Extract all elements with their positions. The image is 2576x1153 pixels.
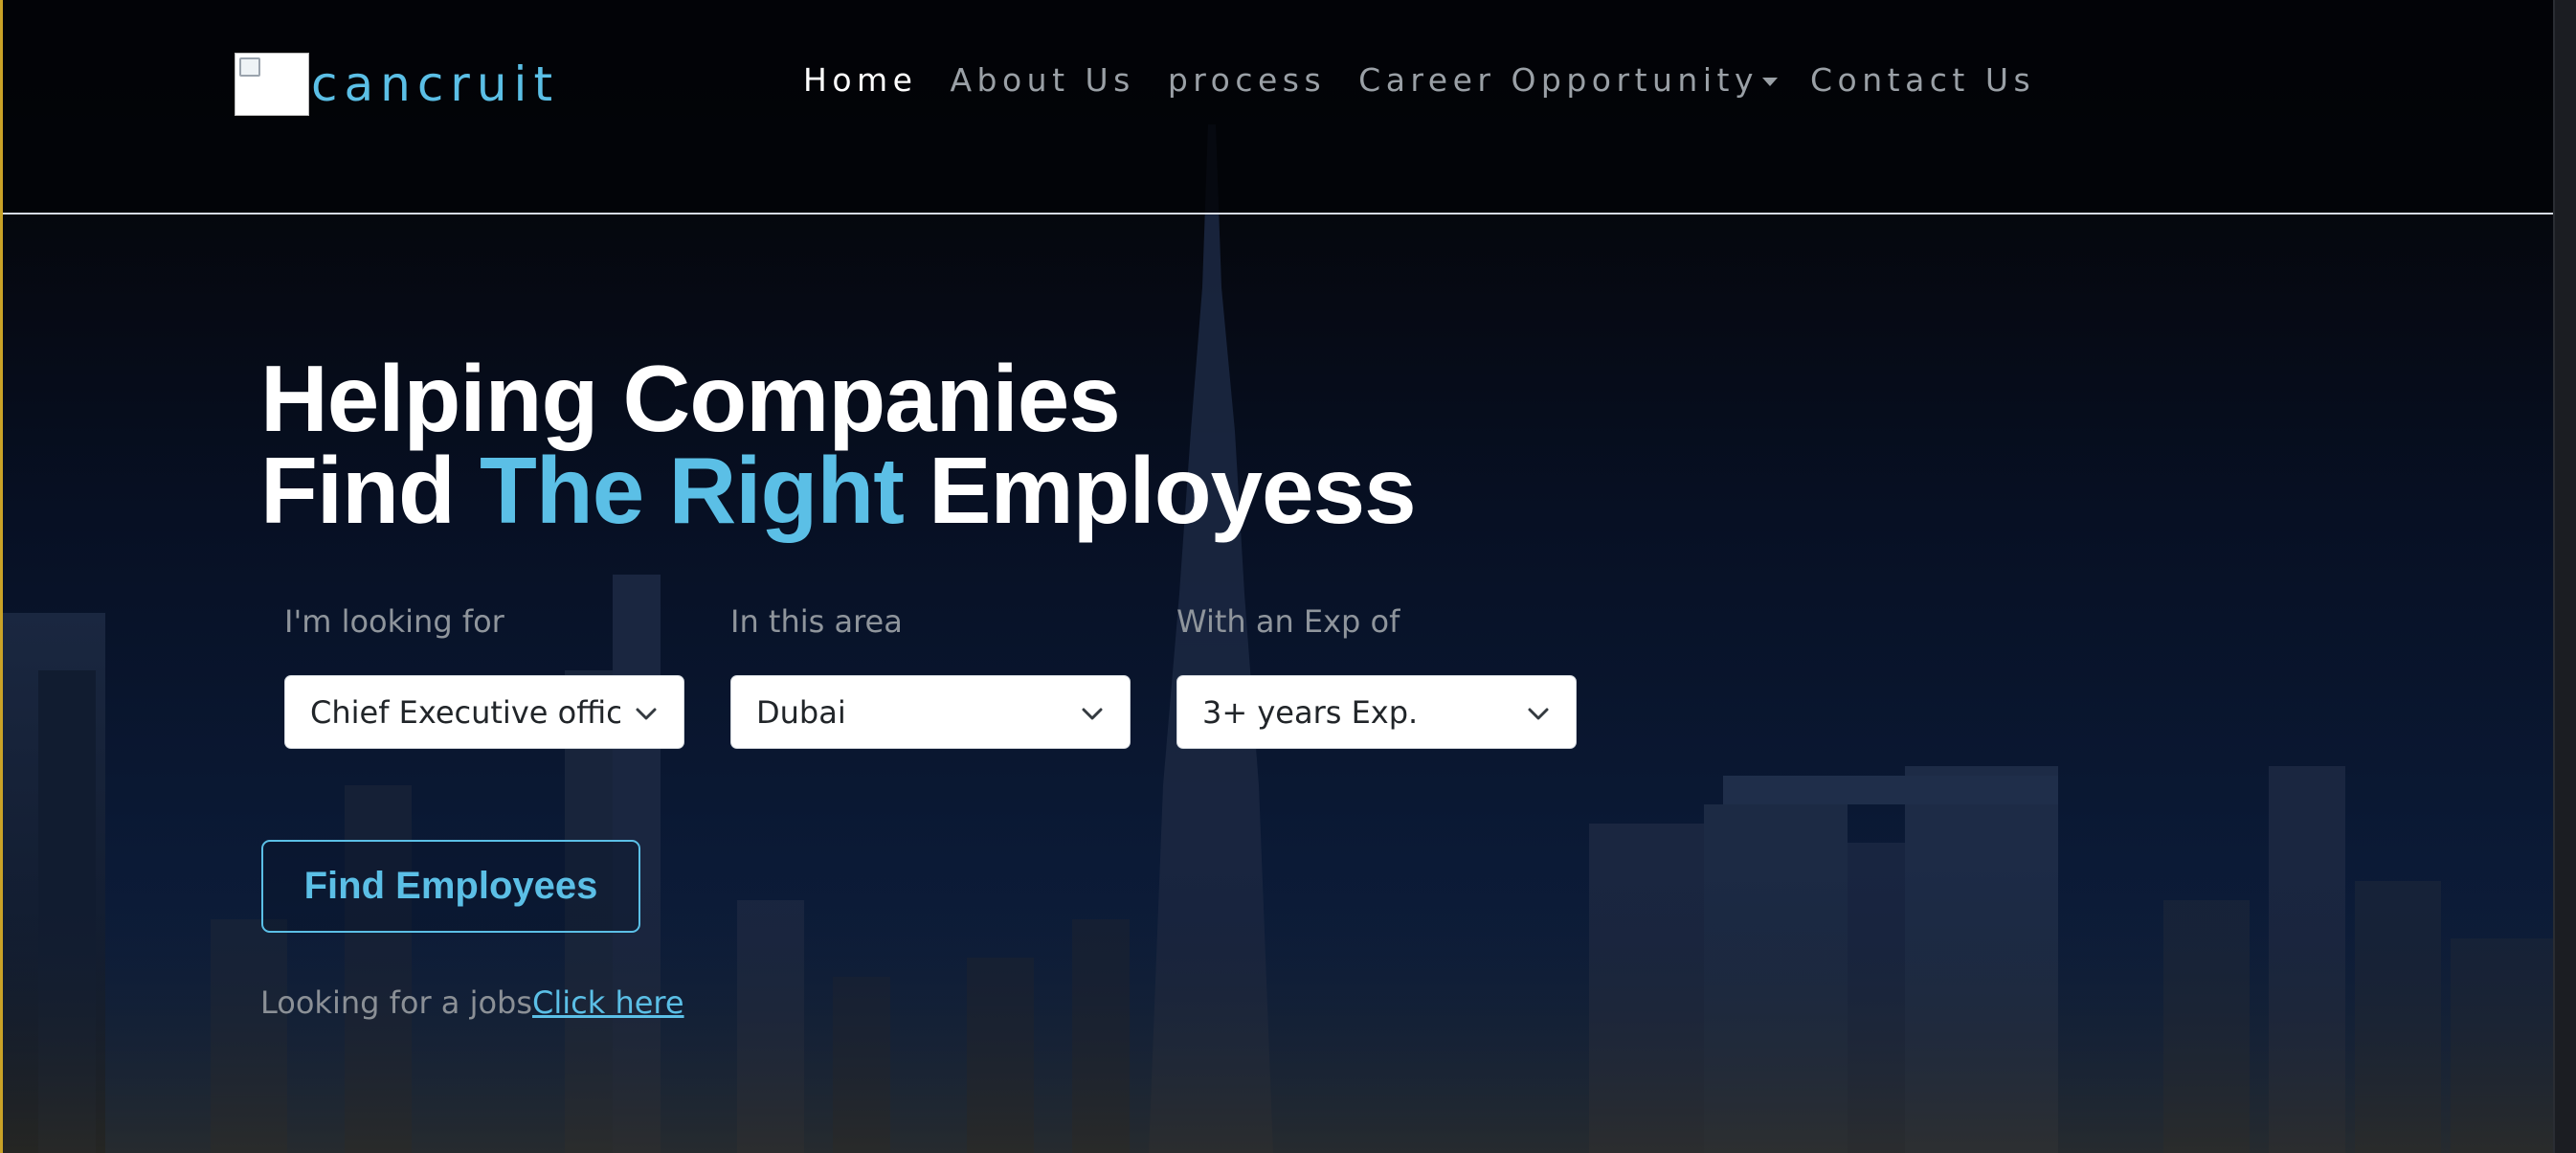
brand-link[interactable]: cancruit [235, 52, 559, 117]
experience-select[interactable]: 3+ years Exp. [1176, 675, 1577, 749]
nav-item-career-opportunity[interactable]: Career Opportunity [1358, 61, 1778, 99]
looking-for-value: Chief Executive officer [310, 693, 620, 731]
chevron-down-icon [1528, 708, 1549, 720]
nav-item-about-us[interactable]: About Us [950, 61, 1134, 99]
hero-heading-line1: Helping Companies [260, 346, 1121, 451]
find-employees-button[interactable]: Find Employees [261, 840, 640, 933]
nav-item-home[interactable]: Home [803, 61, 917, 99]
main-nav: Home About Us process Career Opportunity… [803, 61, 2068, 99]
scrollbar[interactable] [2553, 0, 2576, 1153]
hero-heading-line2-suffix: Employess [903, 438, 1416, 543]
experience-value: 3+ years Exp. [1202, 693, 1419, 731]
area-select[interactable]: Dubai [730, 675, 1131, 749]
looking-for-label: I'm looking for [284, 603, 504, 640]
area-value: Dubai [756, 693, 846, 731]
nav-item-process[interactable]: process [1168, 61, 1326, 99]
click-here-link[interactable]: Click here [532, 984, 684, 1021]
chevron-down-icon [636, 708, 657, 720]
chevron-down-icon [1082, 708, 1103, 720]
nav-item-contact-us[interactable]: Contact Us [1810, 61, 2035, 99]
experience-label: With an Exp of [1176, 603, 1400, 640]
looking-for-select[interactable]: Chief Executive officer [284, 675, 684, 749]
jobs-prompt-text: Looking for a jobs [260, 984, 533, 1021]
area-label: In this area [730, 603, 903, 640]
page: cancruit Home About Us process Career Op… [0, 0, 2576, 1153]
top-navbar: cancruit Home About Us process Career Op… [3, 0, 2553, 215]
brand-name: cancruit [311, 57, 560, 112]
hero-heading: Helping Companies Find The Right Employe… [260, 351, 1417, 537]
nav-item-career-opportunity-label: Career Opportunity [1358, 61, 1758, 99]
broken-image-icon [235, 53, 309, 116]
hero-heading-accent: The Right [480, 438, 905, 543]
hero-heading-line2-prefix: Find [260, 438, 481, 543]
jobs-prompt-line: Looking for a jobsClick here [260, 984, 684, 1021]
caret-down-icon [1761, 78, 1778, 86]
